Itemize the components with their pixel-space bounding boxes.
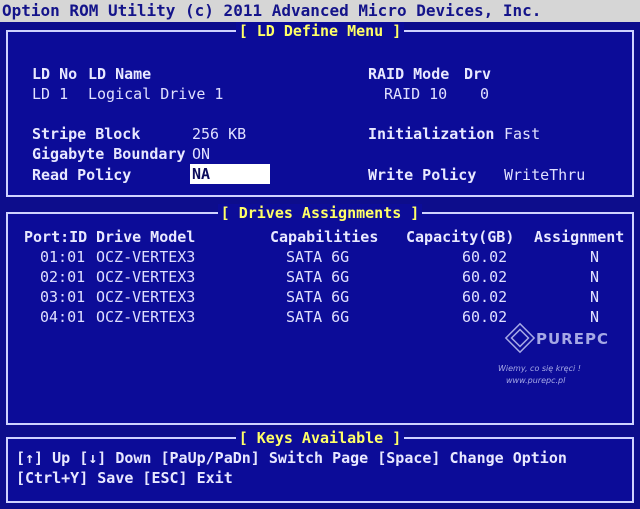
keys-available-panel: [ Keys Available ] [↑] Up [↓] Down [PaUp… [6,429,634,503]
ld-no-value[interactable]: LD 1 [32,85,68,103]
drive-row-capacity: 60.02 [462,268,508,286]
drive-row-assignment[interactable]: N [590,288,599,306]
drv-header: Drv [464,65,492,83]
purepc-watermark: PUREPC Wiemy, co się kręci ! www.purepc.… [496,320,609,392]
keys-line-2: [Ctrl+Y] Save [ESC] Exit [16,469,233,487]
drive-row-port: 04:01 [40,308,86,326]
write-policy-value[interactable]: WriteThru [504,166,585,184]
raid-mode-value[interactable]: RAID 10 [384,85,447,103]
drv-value: 0 [480,85,490,103]
col-drive-model: Drive Model [96,228,196,246]
window-title: Option ROM Utility (c) 2011 Advanced Mic… [0,0,640,22]
drives-assignments-panel: [ Drives Assignments ] Port:ID Drive Mod… [6,204,634,425]
col-port-id: Port:ID [24,228,88,246]
stripe-block-value[interactable]: 256 KB [192,125,246,143]
drive-row-model: OCZ-VERTEX3 [96,308,196,326]
purepc-site: www.purepc.pl [506,376,566,385]
drive-row-port: 02:01 [40,268,86,286]
write-policy-label: Write Policy [368,166,477,184]
ld-define-panel: [ LD Define Menu ] LD No LD Name RAID Mo… [6,22,634,197]
drive-row-port: 01:01 [40,248,86,266]
col-capacity: Capacity(GB) [406,228,515,246]
drive-row-model: OCZ-VERTEX3 [96,288,196,306]
initialization-label: Initialization [368,125,495,143]
drives-assignments-panel-title: [ Drives Assignments ] [8,204,632,222]
drive-row-capability: SATA 6G [286,288,350,306]
drive-row-capacity: 60.02 [462,248,508,266]
drive-row-capacity: 60.02 [462,288,508,306]
stripe-block-label: Stripe Block [32,125,141,143]
drive-row-model: OCZ-VERTEX3 [96,268,196,286]
read-policy-label: Read Policy [32,166,132,184]
ld-name-value[interactable]: Logical Drive 1 [88,85,223,103]
ld-no-header: LD No [32,65,78,83]
drive-row-capability: SATA 6G [286,248,350,266]
purepc-logo-text: PUREPC [536,330,609,348]
drive-row-capability: SATA 6G [286,268,350,286]
raid-mode-header: RAID Mode [368,65,450,83]
drive-row-capability: SATA 6G [286,308,350,326]
drive-row-assignment[interactable]: N [590,248,599,266]
drive-row-port: 03:01 [40,288,86,306]
read-policy-field[interactable]: NA [190,164,270,184]
gigabyte-boundary-value[interactable]: ON [192,145,210,163]
initialization-value[interactable]: Fast [504,125,540,143]
purepc-tagline: Wiemy, co się kręci ! [498,364,581,373]
gigabyte-boundary-label: Gigabyte Boundary [32,145,186,163]
col-capabilities: Capabilities [270,228,379,246]
keys-line-1: [↑] Up [↓] Down [PaUp/PaDn] Switch Page … [16,449,567,467]
drive-row-assignment[interactable]: N [590,268,599,286]
keys-available-panel-title: [ Keys Available ] [8,429,632,447]
drive-row-model: OCZ-VERTEX3 [96,248,196,266]
col-assignment: Assignment [534,228,625,246]
ld-name-header: LD Name [88,65,152,83]
ld-define-panel-title: [ LD Define Menu ] [8,22,632,40]
